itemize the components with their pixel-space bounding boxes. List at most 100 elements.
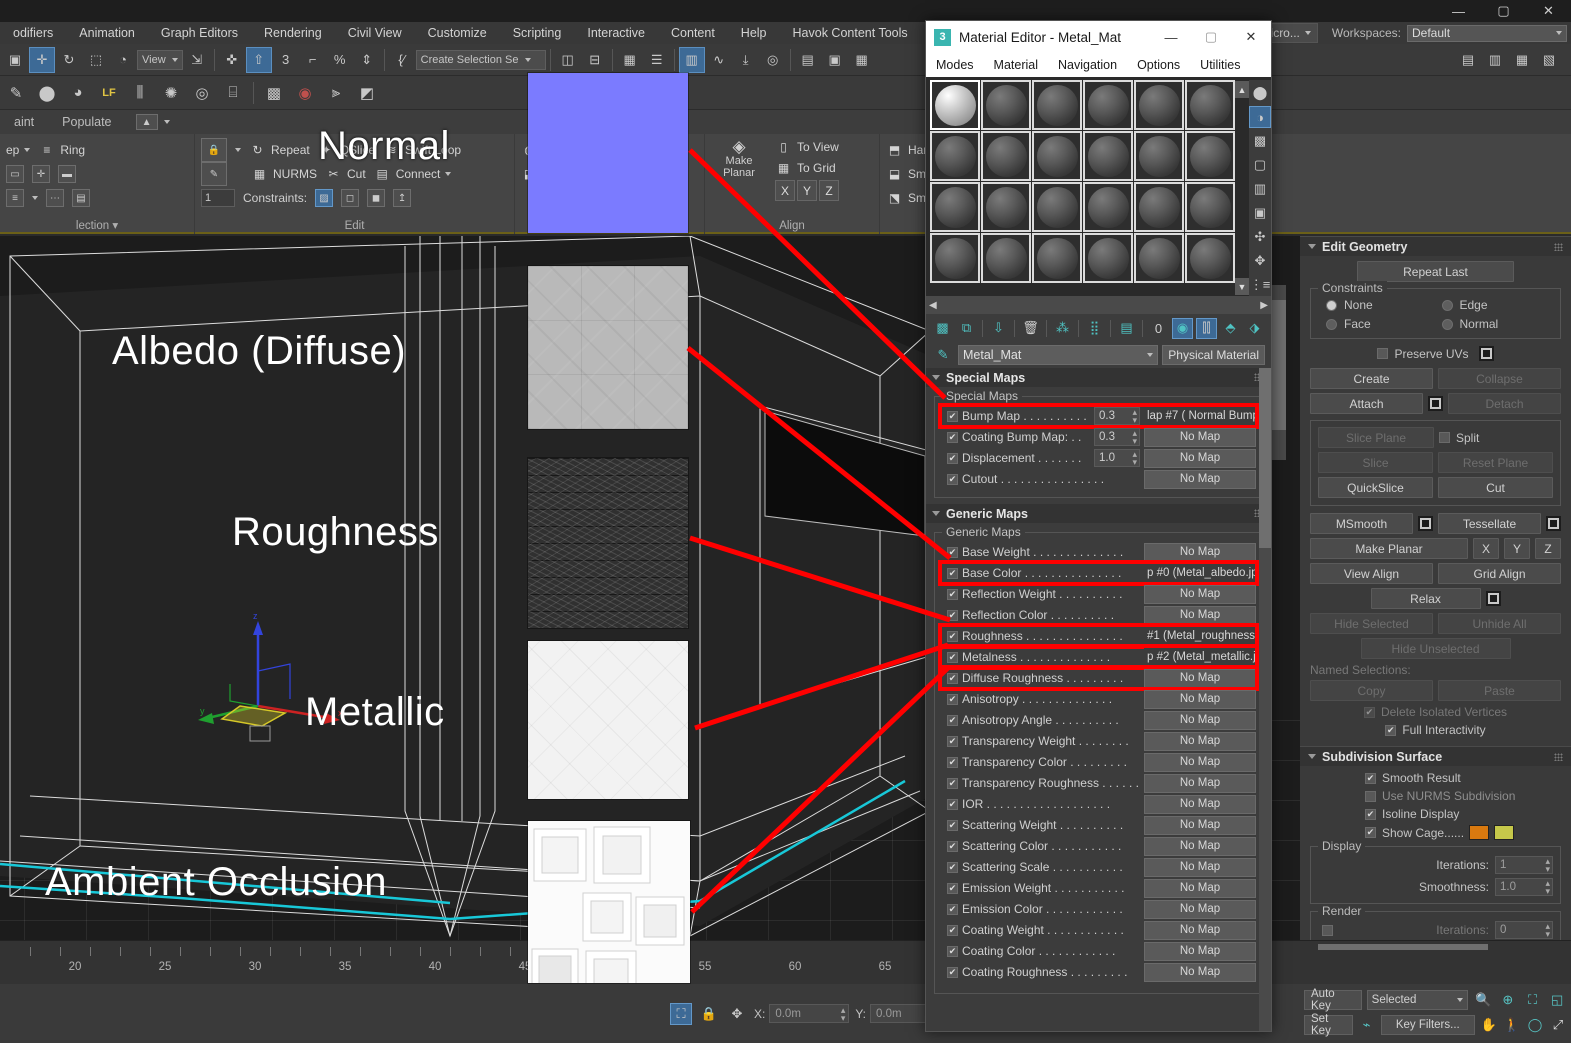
uvw-icon[interactable]: ◩ (353, 79, 381, 107)
sample-slot-16[interactable] (1134, 182, 1184, 232)
grid-align-button[interactable]: Grid Align (1438, 563, 1561, 584)
sample-slot-8[interactable] (1032, 131, 1082, 181)
checkbox-icon[interactable] (947, 630, 958, 642)
menu-item-havok-content-tools[interactable]: Havok Content Tools (780, 22, 921, 44)
map-row-transparency-weight[interactable]: Transparency Weight . . . . . . . . No Ma… (941, 731, 1256, 751)
constraint-radio-normal[interactable]: Normal (1441, 317, 1554, 331)
map-row-scattering-weight[interactable]: Scattering Weight . . . . . . . . . . No … (941, 815, 1256, 835)
tessellate-button[interactable]: Tessellate (1438, 513, 1541, 534)
sample-slot-2[interactable] (1032, 80, 1082, 130)
sample-slot-15[interactable] (1083, 182, 1133, 232)
coordinate-x-field[interactable]: 0.0m ▴ ▾ (769, 1004, 850, 1023)
selection-filter-select[interactable]: Selected (1366, 989, 1469, 1010)
checkbox-icon[interactable] (947, 693, 958, 705)
zoom-extents-icon[interactable]: ⛶ (1523, 990, 1543, 1010)
orbit-icon[interactable]: ◯ (1526, 1015, 1544, 1035)
map-row-bump-map[interactable]: Bump Map . . . . . . . . . . 0.3 ▴▾ lap … (938, 403, 1259, 429)
msmooth-settings-icon[interactable] (1418, 516, 1433, 531)
material-parameters-scroll-area[interactable]: Special Maps Special Maps Bump Map . . .… (926, 368, 1271, 1031)
show-end-result-icon[interactable]: ⫿⫿ (1196, 317, 1217, 339)
reset-map-material-icon[interactable]: 🗑 (1020, 318, 1041, 339)
select-object-icon[interactable]: ▣ (2, 47, 28, 73)
material-name-field[interactable]: Metal_Mat (958, 345, 1159, 365)
checkbox-icon[interactable] (947, 861, 958, 873)
material-id-channel-icon[interactable]: 0 (1148, 318, 1169, 339)
assign-material-to-selection-icon[interactable]: ⇩ (988, 318, 1009, 339)
rollout-header-special-maps[interactable]: Special Maps (926, 368, 1271, 387)
ribbon-toggle-icon[interactable]: ▥ (678, 46, 705, 73)
map-button[interactable]: No Map (1144, 962, 1256, 982)
render-production-icon[interactable]: ▦ (849, 47, 875, 73)
sample-slot-12[interactable] (930, 182, 980, 232)
create-button[interactable]: Create (1310, 368, 1433, 389)
show-shaded-material-in-viewport-icon[interactable]: ◉ (1172, 317, 1193, 339)
rollout-header-subdivision-surface[interactable]: Subdivision Surface (1300, 746, 1571, 766)
window-maximize-button[interactable]: ▢ (1481, 0, 1526, 22)
map-row-coating-color[interactable]: Coating Color . . . . . . . . . . . . No … (941, 941, 1256, 961)
render-iterations-checkbox[interactable] (1322, 924, 1333, 936)
constraint-edge-icon[interactable]: ◻ (341, 189, 360, 207)
options-icon[interactable]: ✣ (1249, 226, 1271, 248)
map-button[interactable]: No Map (1144, 773, 1256, 793)
edit-named-selection-sets-icon[interactable]: {∕ (389, 47, 415, 73)
map-button-displacement[interactable]: No Map (1144, 448, 1256, 468)
map-button[interactable]: No Map (1144, 752, 1256, 772)
polygon-star-icon[interactable]: ✺ (157, 79, 185, 107)
make-preview-icon[interactable]: ▣ (1249, 202, 1271, 224)
maximize-viewport-icon[interactable]: ⤢ (1549, 1015, 1567, 1035)
sample-slot-19[interactable] (981, 233, 1031, 283)
show-cage-checkbox[interactable]: Show Cage...... (1365, 826, 1464, 840)
map-amount-displacement[interactable]: 1.0 ▴ ▾ (1094, 449, 1140, 467)
sample-slot-5[interactable] (1185, 80, 1235, 130)
backlight-icon[interactable]: ◑ (1249, 106, 1271, 128)
make-planar-z-button[interactable]: Z (819, 180, 839, 201)
command-panel-scrollbar-thumb[interactable] (1272, 300, 1286, 430)
checkbox-icon[interactable] (947, 924, 958, 936)
sample-slot-7[interactable] (981, 131, 1031, 181)
scroll-down-icon[interactable]: ▼ (1235, 278, 1249, 295)
key-filters-button[interactable]: Key Filters... (1380, 1014, 1476, 1035)
get-material-icon[interactable]: ▩ (932, 318, 953, 339)
checkbox-icon[interactable] (947, 651, 958, 663)
scene-converter-icon[interactable]: ▦ (1509, 47, 1535, 73)
material-editor-minimize-button[interactable]: — (1151, 21, 1191, 53)
material-type-button[interactable]: Physical Material (1162, 345, 1265, 365)
ribbon-repeat-button[interactable]: ↻ Repeat (249, 142, 309, 159)
window-close-button[interactable]: ✕ (1526, 0, 1571, 22)
sample-slot-14[interactable] (1032, 182, 1082, 232)
populate-icon[interactable]: ⫸ (322, 79, 350, 107)
sample-slot-horizontal-scrollbar[interactable]: ◀ ▶ (926, 296, 1271, 314)
ribbon-loop-dropdown[interactable]: ep (6, 143, 31, 157)
me-menu-utilities[interactable]: Utilities (1190, 58, 1250, 72)
menu-item-scripting[interactable]: Scripting (500, 22, 575, 44)
map-row-roughness[interactable]: Roughness . . . . . . . . . . . . . . . #… (938, 623, 1259, 649)
map-row-cutout[interactable]: Cutout . . . . . . . . . . . . . . . . N… (941, 469, 1256, 489)
spinner-icon[interactable]: ▴▾ (841, 1005, 846, 1022)
map-row-scattering-scale[interactable]: Scattering Scale . . . . . . . . . . . No… (941, 857, 1256, 877)
menu-item-graph-editors[interactable]: Graph Editors (148, 22, 251, 44)
me-menu-modes[interactable]: Modes (926, 58, 984, 72)
render-setup-icon[interactable]: ▤ (795, 47, 821, 73)
ribbon-nurms-button[interactable]: ▦ NURMS (251, 166, 317, 183)
grow-selection-icon[interactable]: ✛ (32, 165, 50, 183)
loop-mode-icon[interactable]: ≡ (6, 189, 24, 207)
sample-slot-18[interactable] (930, 233, 980, 283)
go-forward-to-sibling-icon[interactable]: ⬗ (1244, 318, 1265, 339)
open-folder-icon[interactable]: ▥ (1482, 47, 1508, 73)
checkbox-icon[interactable] (947, 567, 958, 579)
checkbox-icon[interactable] (947, 473, 958, 485)
ribbon-to-grid-button[interactable]: ▦ To Grid (775, 159, 839, 176)
percent-icon[interactable]: % (327, 47, 353, 73)
make-planar-z-button[interactable]: Z (1535, 538, 1561, 559)
reference-coordinate-system-combo[interactable]: View (137, 49, 183, 70)
ribbon-tab-populate[interactable]: Populate (48, 115, 125, 129)
material-parameters-scrollbar-track[interactable] (1259, 368, 1271, 1031)
checkbox-icon[interactable] (947, 452, 958, 464)
layer-explorer-icon[interactable]: ▦ (617, 47, 643, 73)
show-cage-color-a-swatch[interactable] (1469, 825, 1490, 840)
lock-selection-icon[interactable]: 🔒 (698, 1003, 720, 1025)
map-button-coating-bump-map[interactable]: No Map (1144, 427, 1256, 447)
scene-explorer-icon[interactable]: ☰ (644, 47, 670, 73)
shrink-selection-icon[interactable]: ▭ (6, 165, 24, 183)
map-button[interactable]: No Map (1144, 584, 1256, 604)
